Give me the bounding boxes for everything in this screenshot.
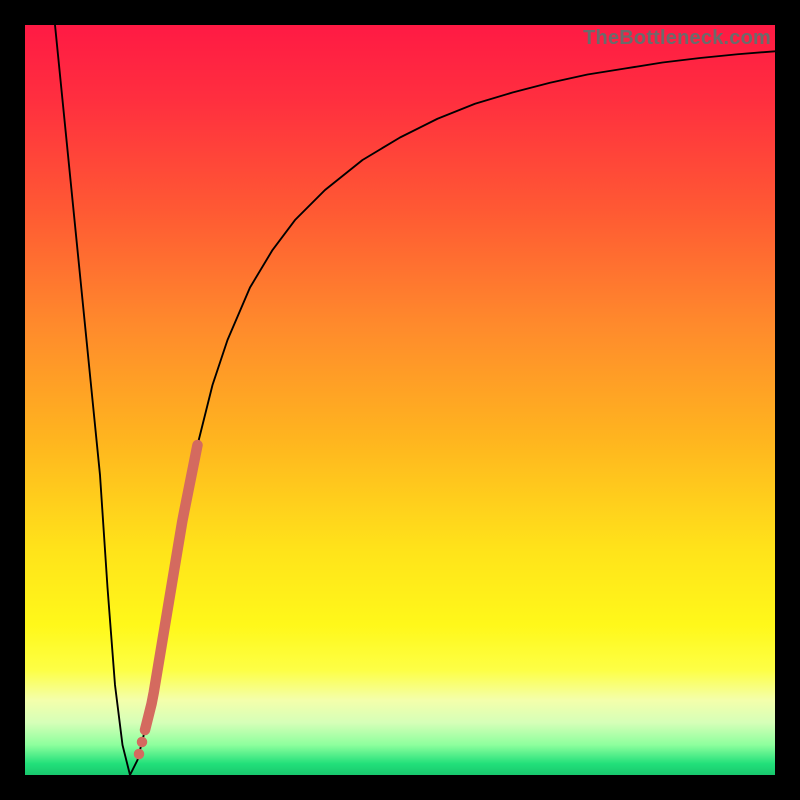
highlight-dot — [134, 749, 145, 760]
watermark-text: TheBottleneck.com — [583, 27, 771, 50]
highlight-dot — [137, 737, 148, 748]
curve-layer — [25, 25, 775, 775]
chart-frame: TheBottleneck.com — [0, 0, 800, 800]
plot-area: TheBottleneck.com — [25, 25, 775, 775]
highlight-segment — [145, 445, 198, 730]
